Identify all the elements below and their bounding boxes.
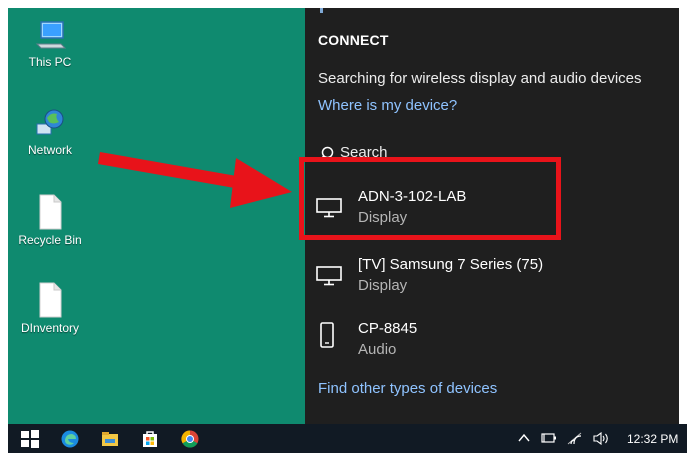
- desktop: This PC Network Recycle Bin DInventory: [8, 8, 305, 424]
- device-item-adn-3-102-lab[interactable]: ADN-3-102-LAB Display: [305, 178, 679, 238]
- device-item-cp-8845[interactable]: CP-8845 Audio: [305, 310, 679, 370]
- desktop-icon-recycle-bin[interactable]: Recycle Bin: [8, 194, 92, 247]
- device-name: [TV] Samsung 7 Series (75): [358, 256, 544, 273]
- search-status-text: Searching for wireless display and audio…: [318, 70, 642, 87]
- where-is-my-device-link[interactable]: Where is my device?: [318, 97, 457, 114]
- edge-icon[interactable]: [60, 429, 80, 449]
- device-name: ADN-3-102-LAB: [358, 188, 467, 205]
- desktop-icon-this-pc[interactable]: This PC: [8, 18, 92, 69]
- panel-scroll-indicator: [320, 8, 323, 13]
- panel-title: CONNECT: [318, 32, 389, 48]
- document-icon: [39, 282, 62, 318]
- device-name: CP-8845: [358, 320, 418, 337]
- windows-start-icon[interactable]: [20, 429, 40, 449]
- search-row[interactable]: Search: [318, 144, 568, 162]
- device-type: Display: [358, 209, 408, 226]
- device-item-samsung-tv[interactable]: [TV] Samsung 7 Series (75) Display: [305, 246, 679, 306]
- wifi-icon[interactable]: [567, 432, 583, 445]
- device-type: Display: [358, 277, 408, 294]
- desktop-icon-network[interactable]: Network: [8, 106, 92, 157]
- system-tray: 12:32 PM: [517, 424, 687, 453]
- connect-panel: CONNECT Searching for wireless display a…: [305, 8, 679, 424]
- store-icon[interactable]: [140, 429, 160, 449]
- document-icon: [39, 194, 62, 230]
- monitor-icon: [316, 198, 342, 218]
- desktop-icon-label: Recycle Bin: [18, 233, 82, 247]
- volume-icon[interactable]: [593, 432, 611, 445]
- taskbar: 12:32 PM: [8, 424, 687, 453]
- search-label: Search: [340, 144, 388, 161]
- desktop-icon-label: This PC: [28, 55, 72, 69]
- desktop-icon-dinventory[interactable]: DInventory: [8, 282, 92, 335]
- find-other-devices-link[interactable]: Find other types of devices: [318, 380, 497, 397]
- phone-icon: [320, 322, 334, 348]
- chevron-up-icon[interactable]: [517, 432, 531, 444]
- search-icon: [318, 146, 334, 162]
- network-globe-icon: [36, 109, 64, 135]
- device-type: Audio: [358, 341, 397, 358]
- desktop-icon-label: Network: [27, 143, 72, 157]
- monitor-icon: [316, 266, 342, 286]
- battery-icon[interactable]: [541, 432, 557, 444]
- clock[interactable]: 12:32 PM: [627, 432, 678, 446]
- chrome-icon[interactable]: [180, 429, 200, 449]
- desktop-icon-label: DInventory: [20, 321, 80, 335]
- file-explorer-icon[interactable]: [100, 429, 120, 449]
- computer-icon: [35, 21, 67, 49]
